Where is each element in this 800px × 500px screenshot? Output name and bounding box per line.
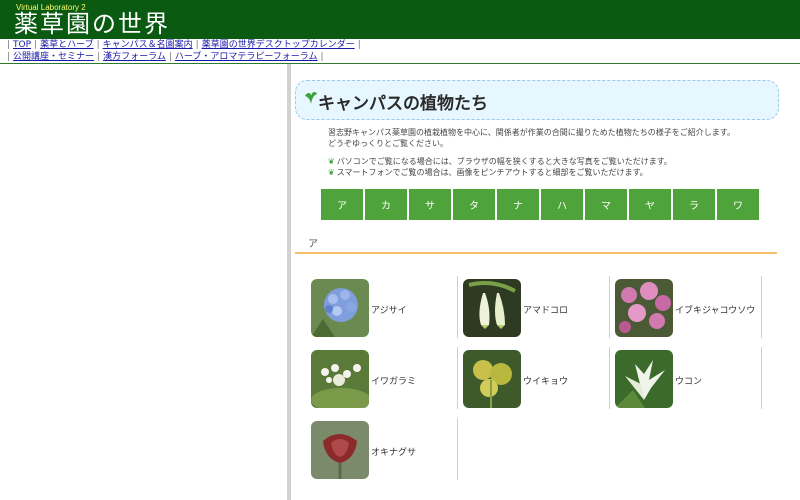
nav-row-2: | 公開講座・セミナー | 漢方フォーラム | ハーブ・アロマテラピーフォーラム | bbox=[7, 52, 324, 62]
grid-separator bbox=[761, 276, 762, 338]
plant-photo bbox=[463, 350, 521, 408]
kana-button-sa[interactable]: サ bbox=[409, 189, 451, 220]
plant-photo bbox=[615, 279, 673, 337]
nav-link-top[interactable]: TOP bbox=[13, 40, 31, 50]
kana-button-ra[interactable]: ラ bbox=[673, 189, 715, 220]
grid-separator bbox=[609, 276, 610, 338]
kana-button-ya[interactable]: ヤ bbox=[629, 189, 671, 220]
leaf-icon bbox=[305, 91, 317, 104]
grid-separator bbox=[457, 276, 458, 338]
nav-row-1: | TOP | 薬草とハーブ | キャンパス＆名園案内 | 薬草園の世界デスクトップカレンダー… bbox=[7, 40, 361, 50]
plant-name: アジサイ bbox=[371, 306, 407, 316]
kana-button-na[interactable]: ナ bbox=[497, 189, 539, 220]
leaf-bullet-icon: ❦ bbox=[328, 157, 335, 166]
kana-button-ma[interactable]: マ bbox=[585, 189, 627, 220]
plant-photo bbox=[615, 350, 673, 408]
plant-name: ウコン bbox=[675, 377, 703, 387]
plant-card-uikyou[interactable]: ウイキョウ bbox=[463, 350, 607, 412]
plant-card-okinagusa[interactable]: オキナグサ bbox=[311, 421, 455, 483]
intro-text: 習志野キャンパス薬草園の植栽植物を中心に、関係者が作業の合間に撮りためた植物たち… bbox=[328, 127, 735, 149]
nav-link-kampo[interactable]: 漢方フォーラム bbox=[103, 52, 166, 62]
site-header: Virtual Laboratory 2 薬草園の世界 bbox=[0, 0, 800, 39]
kana-button-ta[interactable]: タ bbox=[453, 189, 495, 220]
nav-link-seminar[interactable]: 公開講座・セミナー bbox=[13, 52, 94, 62]
content-frame: キャンパスの植物たち 習志野キャンパス薬草園の植栽植物を中心に、関係者が作業の合… bbox=[291, 64, 800, 500]
nav-link-aroma[interactable]: ハーブ・アロマテラピーフォーラム bbox=[175, 52, 318, 62]
kana-button-wa[interactable]: ワ bbox=[717, 189, 759, 220]
plant-photo bbox=[311, 421, 369, 479]
leaf-bullet-icon: ❦ bbox=[328, 168, 335, 177]
plant-card-iwagarami[interactable]: イワガラミ bbox=[311, 350, 455, 412]
kana-button-ka[interactable]: カ bbox=[365, 189, 407, 220]
page-banner: キャンパスの植物たち bbox=[295, 80, 779, 120]
nav-link-campus[interactable]: キャンパス＆名園案内 bbox=[103, 40, 193, 50]
kana-index: ア カ サ タ ナ ハ マ ヤ ラ ワ bbox=[321, 189, 759, 220]
plant-name: イワガラミ bbox=[371, 377, 417, 387]
plant-photo bbox=[311, 279, 369, 337]
grid-separator bbox=[609, 347, 610, 409]
plant-card-amadokoro[interactable]: アマドコロ bbox=[463, 279, 607, 341]
plant-name: ウイキョウ bbox=[523, 377, 569, 387]
usage-notes: ❦ パソコンでご覧になる場合には、ブラウザの幅を狭くすると大きな写真をご覧いただけ… bbox=[328, 156, 672, 178]
kana-button-a[interactable]: ア bbox=[321, 189, 363, 220]
note-smartphone: ❦ スマートフォンでご覧の場合は、画像をピンチアウトすると細部をご覧いただけます。 bbox=[328, 168, 648, 177]
global-nav: | TOP | 薬草とハーブ | キャンパス＆名園案内 | 薬草園の世界デスクトップカレンダー… bbox=[4, 39, 364, 63]
plant-photo bbox=[311, 350, 369, 408]
site-title[interactable]: 薬草園の世界 bbox=[14, 11, 170, 37]
intro-line-1: 習志野キャンパス薬草園の植栽植物を中心に、関係者が作業の合間に撮りためた植物たち… bbox=[328, 128, 735, 137]
plant-photo bbox=[463, 279, 521, 337]
plant-card-ukon[interactable]: ウコン bbox=[615, 350, 759, 412]
intro-line-2: どうぞゆっくりとご覧ください。 bbox=[328, 139, 448, 148]
left-frame bbox=[0, 64, 287, 500]
grid-separator bbox=[761, 347, 762, 409]
kana-button-ha[interactable]: ハ bbox=[541, 189, 583, 220]
grid-separator bbox=[457, 347, 458, 409]
nav-link-herbs[interactable]: 薬草とハーブ bbox=[40, 40, 93, 50]
section-underline bbox=[295, 252, 777, 254]
plant-name: イブキジャコウソウ bbox=[675, 306, 756, 316]
plant-card-ibukijakousou[interactable]: イブキジャコウソウ bbox=[615, 279, 759, 341]
grid-separator bbox=[457, 418, 458, 480]
plant-card-ajisai[interactable]: アジサイ bbox=[311, 279, 455, 341]
plant-name: オキナグサ bbox=[371, 448, 417, 458]
nav-link-calendar[interactable]: 薬草園の世界デスクトップカレンダー bbox=[202, 40, 355, 50]
page-title: キャンパスの植物たち bbox=[318, 94, 488, 114]
note-pc: ❦ パソコンでご覧になる場合には、ブラウザの幅を狭くすると大きな写真をご覧いただけ… bbox=[328, 157, 672, 166]
plant-name: アマドコロ bbox=[523, 306, 569, 316]
section-heading: ア bbox=[308, 239, 318, 250]
